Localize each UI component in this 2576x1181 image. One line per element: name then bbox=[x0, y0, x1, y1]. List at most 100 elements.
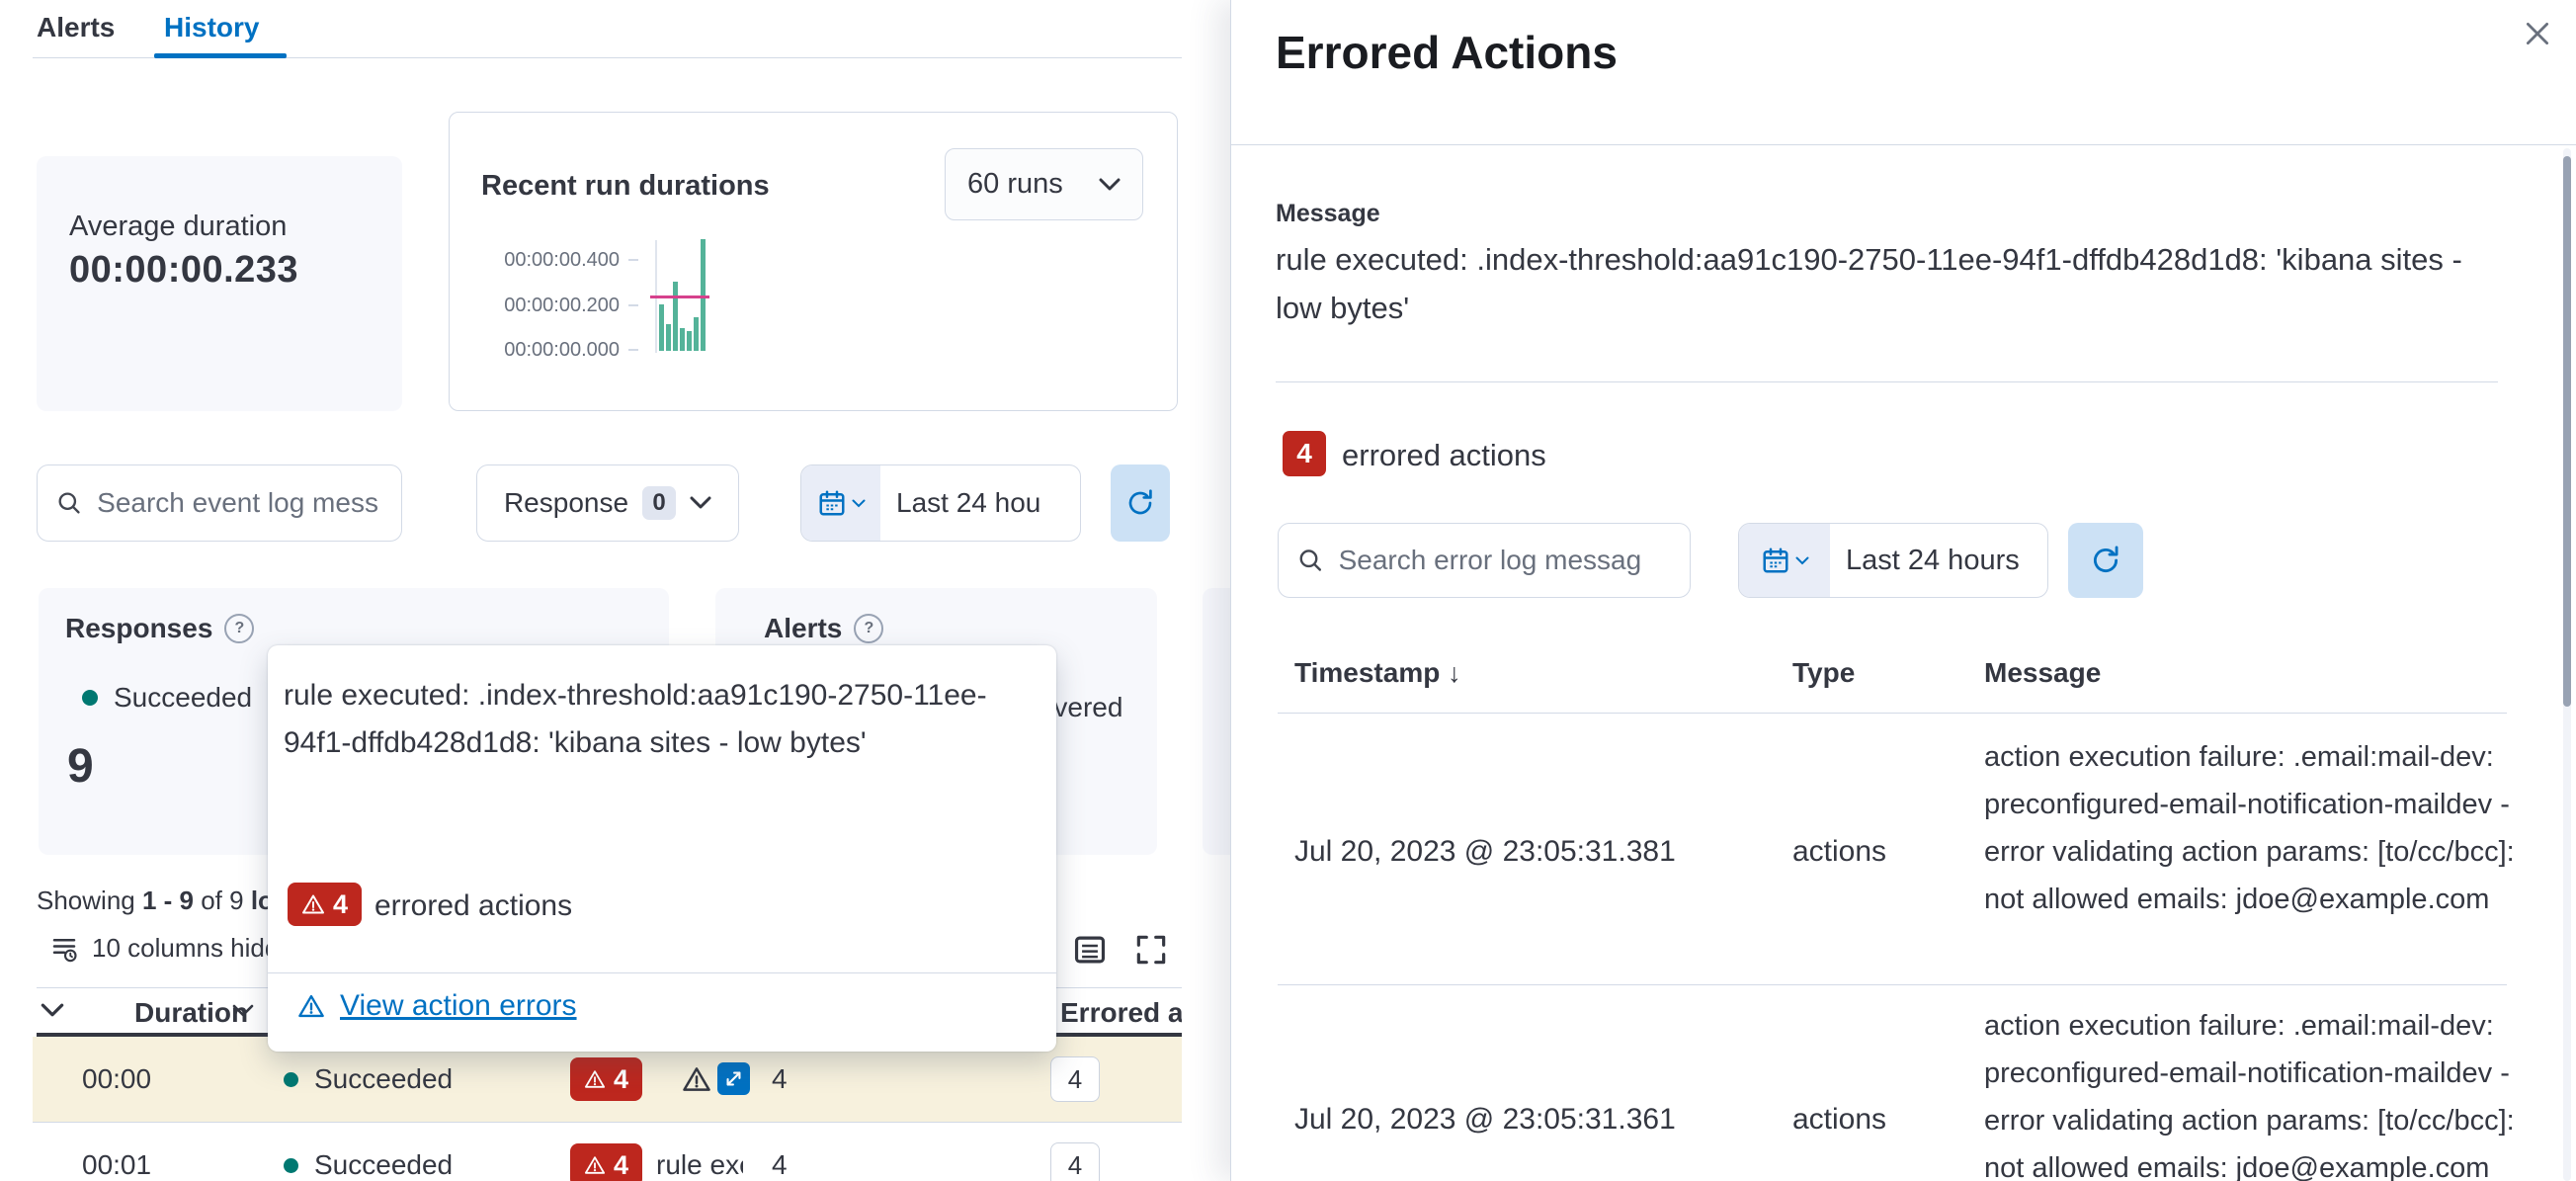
cell-errored-actions: 4 bbox=[1050, 1123, 1100, 1181]
y-tick-mark bbox=[628, 259, 638, 261]
view-action-errors-row[interactable]: View action errors bbox=[297, 989, 577, 1023]
date-range-value[interactable]: Last 24 hours bbox=[1830, 545, 2020, 577]
date-picker-quick-select[interactable] bbox=[1739, 524, 1830, 597]
cell-message: action execution failure: .email:mail-de… bbox=[1984, 1010, 2515, 1181]
cell-type: actions bbox=[1792, 1103, 1887, 1136]
column-header-duration[interactable]: Duration bbox=[134, 997, 248, 1029]
sort-desc-icon: ↓ bbox=[1448, 658, 1461, 688]
event-log-search-field[interactable] bbox=[97, 487, 401, 519]
cell-triggered-actions: 4 bbox=[772, 1149, 788, 1180]
column-header-timestamp[interactable]: Timestamp ↓ bbox=[1294, 657, 1461, 689]
timestamp-header-label: Timestamp bbox=[1294, 657, 1441, 688]
y-tick-label: 00:00:00.000 bbox=[504, 339, 620, 361]
succeeded-count: 9 bbox=[67, 740, 94, 793]
popover-message: rule executed: .index-threshold:aa91c190… bbox=[284, 679, 987, 759]
expand-cell-button[interactable] bbox=[717, 1062, 750, 1095]
chevron-down-icon bbox=[1099, 178, 1121, 190]
avg-duration-line bbox=[650, 295, 709, 298]
recent-run-durations-title: Recent run durations bbox=[481, 170, 770, 202]
alerts-card-title-row: Alerts ? bbox=[764, 613, 884, 644]
errored-count-pill: 4 bbox=[1050, 1056, 1100, 1102]
tab-alerts[interactable]: Alerts bbox=[37, 14, 115, 42]
errored-actions-label: errored actions bbox=[374, 889, 573, 922]
close-icon bbox=[2526, 22, 2549, 45]
refresh-button[interactable] bbox=[1111, 464, 1170, 542]
chevron-down-icon bbox=[1795, 556, 1808, 564]
cell-errored-actions: 4 bbox=[1050, 1037, 1100, 1122]
calendar-icon bbox=[1763, 548, 1787, 573]
date-range-picker[interactable]: Last 24 hou bbox=[800, 464, 1081, 542]
search-icon bbox=[1299, 549, 1322, 571]
table-density-icon bbox=[1074, 936, 1106, 964]
help-icon[interactable]: ? bbox=[854, 614, 884, 643]
errored-badge-count: 4 bbox=[614, 1149, 629, 1180]
message-text: rule executed: .index-threshold:aa91c190… bbox=[656, 1149, 743, 1180]
popover-divider bbox=[268, 972, 1056, 973]
response-filter-label: Response bbox=[503, 487, 629, 518]
date-range-picker[interactable]: Last 24 hours bbox=[1738, 523, 2048, 598]
response-filter-button[interactable]: Response 0 bbox=[476, 464, 739, 542]
succeeded-label: Succeeded bbox=[114, 682, 253, 713]
date-range-value[interactable]: Last 24 hou bbox=[880, 487, 1040, 519]
fullscreen-button[interactable] bbox=[1131, 930, 1171, 970]
refresh-button[interactable] bbox=[2068, 523, 2143, 598]
close-button[interactable] bbox=[2516, 12, 2559, 55]
tab-history-underline bbox=[154, 53, 287, 58]
flyout-title: Errored Actions bbox=[1276, 27, 1618, 78]
error-log-search-input[interactable] bbox=[1278, 523, 1691, 598]
run-duration-bar bbox=[666, 324, 671, 351]
warning-icon bbox=[298, 994, 324, 1018]
success-dot-icon bbox=[82, 690, 98, 706]
cell-response: Succeeded bbox=[284, 1123, 453, 1181]
cell-timestamp: Jul 20, 2023 @ 23:05:31.361 bbox=[1294, 1103, 1676, 1136]
average-duration-label: Average duration bbox=[69, 211, 288, 242]
warning-icon[interactable] bbox=[682, 1064, 711, 1094]
flyout-message: rule executed: .index-threshold:aa91c190… bbox=[1276, 242, 2462, 325]
date-picker-quick-select[interactable] bbox=[801, 465, 880, 541]
cell-message: action execution failure: .email:mail-de… bbox=[1984, 741, 2515, 915]
table-row[interactable]: 00:01 Succeeded 4 rule executed: .index-… bbox=[33, 1123, 1182, 1181]
scrollbar-thumb[interactable] bbox=[2563, 156, 2571, 707]
help-icon[interactable]: ? bbox=[224, 614, 255, 643]
column-header-type[interactable]: Type bbox=[1792, 657, 1855, 689]
event-log-search-input[interactable] bbox=[37, 464, 402, 542]
cell-timestamp: Jul 20, 2023 @ 23:05:31.381 bbox=[1294, 835, 1676, 868]
flyout-divider bbox=[1276, 381, 2498, 382]
tab-history[interactable]: History bbox=[164, 14, 259, 42]
showing-range: 1 - 9 bbox=[141, 886, 194, 915]
column-header-message[interactable]: Message bbox=[1984, 657, 2101, 689]
view-action-errors-link[interactable]: View action errors bbox=[340, 989, 577, 1023]
y-tick-label: 00:00:00.400 bbox=[504, 249, 620, 271]
warning-icon bbox=[302, 894, 324, 914]
run-duration-bar bbox=[673, 282, 678, 351]
warning-icon bbox=[584, 1070, 606, 1088]
run-duration-bar bbox=[659, 304, 664, 351]
errored-count-label: errored actions bbox=[1342, 438, 1546, 472]
response-label: Succeeded bbox=[314, 1063, 454, 1094]
chevron-down-icon[interactable] bbox=[232, 1004, 254, 1018]
showing-of: of 9 bbox=[194, 886, 251, 915]
flyout-table-header-divider bbox=[1278, 713, 2507, 714]
responses-card-title: Responses bbox=[65, 613, 213, 643]
runs-count-value: 60 runs bbox=[967, 168, 1063, 200]
error-log-search-field[interactable] bbox=[1338, 545, 1690, 576]
runs-count-select[interactable]: 60 runs bbox=[945, 148, 1143, 220]
y-tick-label: 00:00:00.200 bbox=[504, 295, 620, 316]
run-duration-bar bbox=[687, 331, 692, 351]
flyout-table-row-divider bbox=[1278, 984, 2507, 985]
expand-icon bbox=[726, 1071, 741, 1086]
average-duration-value: 00:00:00.233 bbox=[69, 249, 299, 291]
errored-actions-badge: 4 bbox=[288, 883, 363, 926]
display-options-button[interactable] bbox=[1070, 930, 1110, 970]
run-duration-bar bbox=[694, 317, 699, 351]
column-header-errored-actions[interactable]: Errored actions bbox=[1060, 997, 1182, 1029]
cell-message[interactable]: 4 rule executed: .index-threshold:aa91c1… bbox=[570, 1123, 743, 1181]
showing-prefix: Showing bbox=[37, 886, 142, 915]
run-duration-bar bbox=[680, 328, 685, 351]
errored-actions-badge: 4 bbox=[570, 1143, 643, 1181]
succeeded-row: Succeeded bbox=[82, 682, 252, 714]
message-label: Message bbox=[1276, 200, 1380, 227]
alerts-card-title: Alerts bbox=[764, 613, 843, 643]
chevron-down-icon[interactable] bbox=[41, 1003, 64, 1018]
y-tick-mark bbox=[628, 304, 638, 306]
